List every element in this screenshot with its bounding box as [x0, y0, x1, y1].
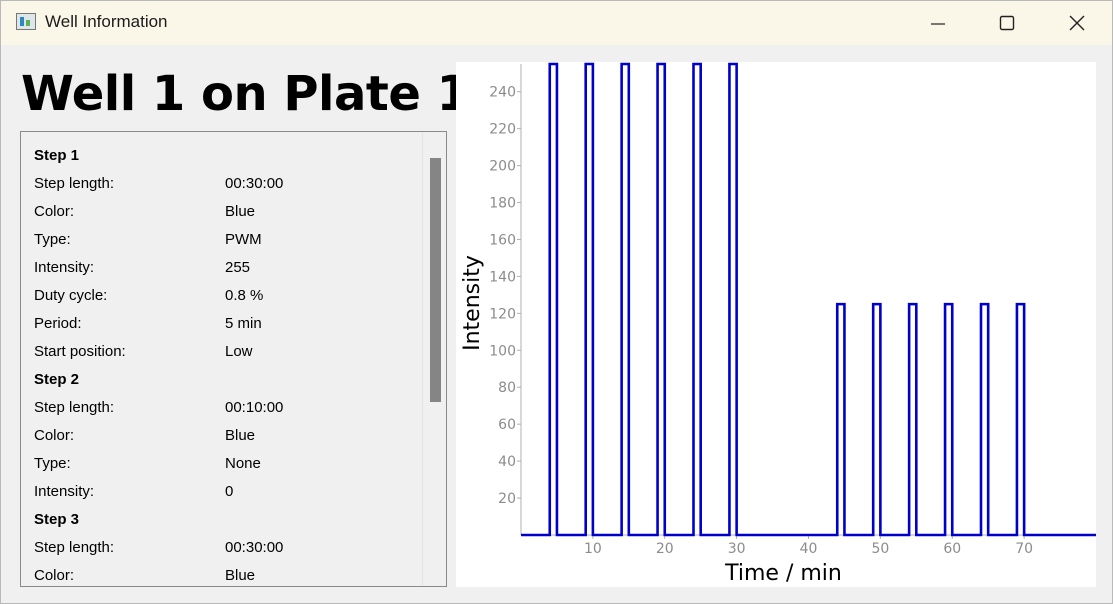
well-information-window: Well Information Well 1 on Plate 1 Step …	[0, 0, 1113, 604]
step-field-row: Intensity: 0	[33, 478, 423, 506]
intensity-chart: 20 40 60 80 100 120 140 160 180 200 220 240 10 20 30 40…	[456, 62, 1096, 587]
scrollbar-thumb[interactable]	[430, 158, 441, 402]
y-tick-label: 120	[489, 306, 516, 322]
step-field-row: Intensity: 255	[33, 254, 423, 282]
field-label: Type:	[34, 455, 71, 472]
steps-scroll-panel[interactable]: Step 1 Step length: 00:30:00 Color: Blue Type…	[20, 131, 447, 587]
field-label: Color:	[34, 203, 75, 220]
y-tick-label: 60	[498, 417, 516, 433]
x-axis-title: Time / min	[724, 561, 842, 586]
y-tick-label: 100	[489, 343, 516, 359]
minimize-button[interactable]	[903, 1, 973, 45]
close-button[interactable]	[1042, 1, 1112, 45]
field-label: Intensity:	[34, 259, 95, 276]
well-heading: Well 1 on Plate 1	[21, 66, 470, 122]
field-value: 00:30:00	[225, 175, 284, 192]
steps-list: Step 1 Step length: 00:30:00 Color: Blue Type…	[33, 142, 423, 586]
field-label: Duty cycle:	[34, 287, 108, 304]
x-tick-label: 60	[943, 541, 961, 557]
maximize-icon	[999, 15, 1015, 31]
window-title: Well Information	[45, 12, 168, 31]
field-label: Step length:	[34, 539, 115, 556]
field-value: 255	[225, 259, 251, 276]
field-label: Type:	[34, 231, 71, 248]
step-field-row: Duty cycle: 0.8 %	[33, 282, 423, 310]
app-window-icon	[16, 13, 36, 30]
step-field-row: Period: 5 min	[33, 310, 423, 338]
step-header: Step 3	[33, 506, 423, 534]
field-label: Start position:	[34, 343, 126, 360]
step-title: Step 1	[34, 147, 80, 164]
field-value: 0.8 %	[225, 287, 264, 304]
step-title: Step 3	[34, 511, 80, 528]
y-tick-label: 40	[498, 454, 516, 470]
field-label: Step length:	[34, 175, 115, 192]
y-tick-label: 20	[498, 491, 516, 507]
step-field-row: Type: PWM	[33, 226, 423, 254]
step-field-row: Color: Blue	[33, 562, 423, 586]
maximize-button[interactable]	[972, 1, 1042, 45]
intensity-chart-svg: 20 40 60 80 100 120 140 160 180 200 220 240 10 20 30 40…	[460, 62, 1096, 586]
field-value: Blue	[225, 427, 256, 444]
step-header: Step 2	[33, 366, 423, 394]
field-value: 5 min	[225, 315, 262, 332]
step-field-row: Type: None	[33, 450, 423, 478]
field-value: 00:30:00	[225, 539, 284, 556]
field-value: Blue	[225, 203, 256, 220]
field-value: 0	[225, 483, 234, 500]
title-bar[interactable]: Well Information	[1, 1, 1112, 45]
step-field-row: Step length: 00:30:00	[33, 534, 423, 562]
x-tick-label: 30	[728, 541, 746, 557]
step-field-row: Step length: 00:30:00	[33, 170, 423, 198]
field-label: Step length:	[34, 399, 115, 416]
field-label: Period:	[34, 315, 82, 332]
intensity-series-line	[521, 62, 1096, 537]
step-title: Step 2	[34, 371, 80, 388]
y-tick-label: 180	[489, 196, 516, 212]
y-tick-label: 80	[498, 380, 516, 396]
step-header: Step 1	[33, 142, 423, 170]
x-tick-label: 50	[871, 541, 889, 557]
minimize-icon	[931, 23, 945, 25]
y-tick-label: 240	[489, 85, 516, 101]
field-label: Intensity:	[34, 483, 95, 500]
vertical-scrollbar[interactable]	[422, 132, 446, 586]
x-tick-label: 40	[800, 541, 818, 557]
step-field-row: Color: Blue	[33, 422, 423, 450]
y-tick-label: 140	[489, 269, 516, 285]
y-tick-label: 160	[489, 232, 516, 248]
x-tick-label: 70	[1015, 541, 1033, 557]
y-tick-label: 220	[489, 122, 516, 138]
field-label: Color:	[34, 567, 75, 584]
field-value: Low	[225, 343, 253, 360]
step-field-row: Step length: 00:10:00	[33, 394, 423, 422]
step-field-row: Start position: Low	[33, 338, 423, 366]
step-field-row: Color: Blue	[33, 198, 423, 226]
close-icon	[1069, 15, 1085, 31]
y-tick-label: 200	[489, 159, 516, 175]
field-value: None	[225, 455, 261, 472]
y-axis-title: Intensity	[460, 255, 485, 351]
field-label: Color:	[34, 427, 75, 444]
field-value: Blue	[225, 567, 256, 584]
x-tick-label: 20	[656, 541, 674, 557]
x-tick-label: 10	[584, 541, 602, 557]
field-value: PWM	[225, 231, 262, 248]
field-value: 00:10:00	[225, 399, 284, 416]
window-right-edge	[1104, 45, 1112, 603]
